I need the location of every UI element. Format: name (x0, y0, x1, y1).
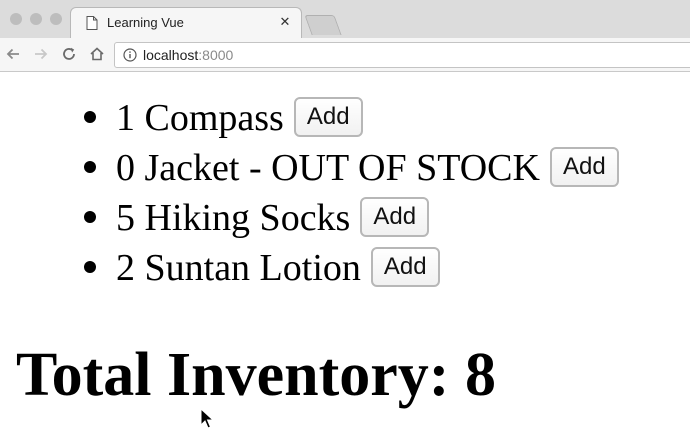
new-tab-button[interactable] (304, 15, 342, 35)
maximize-window-button[interactable] (50, 13, 62, 25)
item-label: 2 Suntan Lotion (116, 247, 361, 289)
url-host: localhost (143, 47, 199, 63)
item-label: 0 Jacket - OUT OF STOCK (116, 147, 540, 189)
add-compass-button[interactable]: Add (293, 97, 363, 138)
add-jacket-button[interactable]: Add (549, 147, 619, 188)
mouse-cursor-icon (200, 408, 215, 429)
add-hiking-socks-button[interactable]: Add (360, 197, 430, 238)
item-row: 5 Hiking Socks Add (116, 196, 430, 241)
url-text: localhost:8000 (143, 47, 233, 63)
add-suntan-lotion-button[interactable]: Add (370, 247, 440, 288)
bullet (84, 161, 96, 173)
browser-tab[interactable]: Learning Vue ✕ (70, 7, 302, 38)
back-arrow-icon[interactable] (4, 45, 22, 63)
forward-arrow-icon[interactable] (32, 45, 50, 63)
item-label: 1 Compass (116, 97, 284, 139)
item-row: 2 Suntan Lotion Add (116, 246, 440, 291)
reload-icon[interactable] (60, 45, 78, 63)
url-port: :8000 (198, 47, 234, 63)
item-row: 0 Jacket - OUT OF STOCK Add (116, 146, 619, 191)
info-icon[interactable] (123, 48, 137, 62)
bullet (84, 211, 96, 223)
close-icon[interactable]: ✕ (277, 14, 293, 30)
page-content: 1 Compass Add 0 Jacket - OUT OF STOCK Add … (0, 72, 690, 424)
tab-title: Learning Vue (107, 15, 184, 30)
bullet (84, 261, 96, 273)
minimize-window-button[interactable] (30, 13, 42, 25)
total-inventory-heading: Total Inventory: 8 (16, 341, 496, 409)
browser-toolbar: localhost:8000 (0, 38, 690, 72)
document-icon (86, 16, 98, 30)
item-row: 1 Compass Add (116, 96, 363, 141)
home-icon[interactable] (88, 45, 106, 63)
bullet (84, 111, 96, 123)
item-label: 5 Hiking Socks (116, 197, 351, 239)
browser-tab-bar: Learning Vue ✕ (0, 0, 690, 38)
address-bar[interactable]: localhost:8000 (114, 42, 690, 68)
close-window-button[interactable] (10, 13, 22, 25)
